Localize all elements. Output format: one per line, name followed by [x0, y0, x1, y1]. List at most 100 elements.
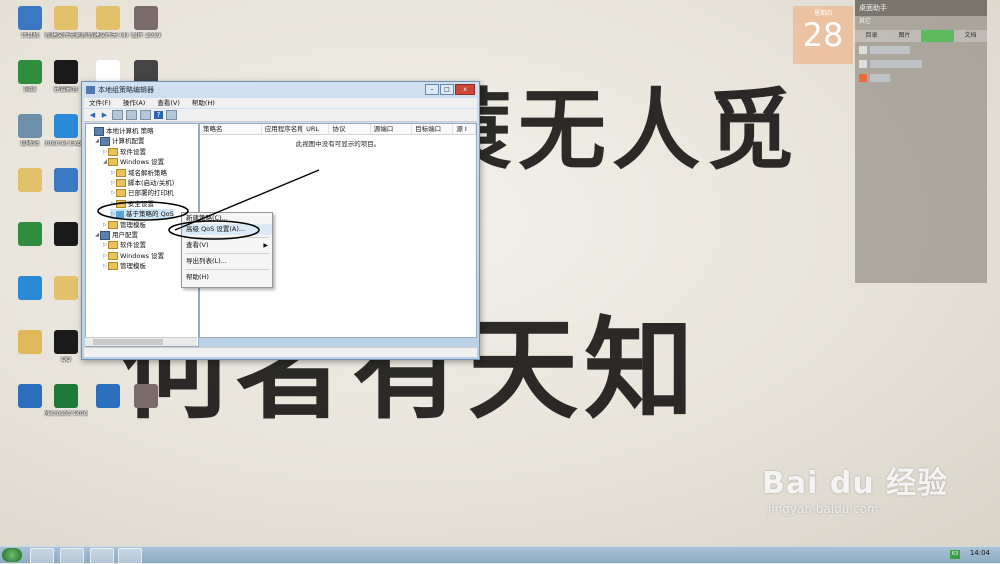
start-button[interactable] [2, 548, 22, 562]
menu-action[interactable]: 操作(A) [118, 98, 151, 108]
tree-node[interactable]: ◢ Windows 设置 [102, 157, 164, 167]
calendar-day: 28 [802, 16, 844, 54]
column-headers: 策略名 应用程序名称 URL 协议 源端口 目标端口 源 I [200, 124, 476, 135]
tree-node[interactable]: ▷ 软件设置 [102, 147, 146, 157]
tree-node[interactable]: ◢ 计算机配置 [94, 136, 145, 146]
calendar-widget[interactable]: 星期四 28 [793, 6, 853, 64]
desktop-icon[interactable]: Microsoft Office [44, 382, 88, 428]
column-dest-port[interactable]: 目标端口 [412, 124, 454, 134]
window-titlebar[interactable]: 本地组策略编辑器 [82, 82, 479, 97]
column-url[interactable]: URL [303, 124, 330, 134]
tray-badge[interactable]: 63 [950, 550, 960, 559]
window-title: 本地组策略编辑器 [98, 85, 154, 94]
tree-node[interactable]: ▷ 安全设置 [110, 199, 154, 209]
desktop-icon-image [54, 60, 78, 84]
file-icon [859, 46, 867, 54]
menu-help[interactable]: 帮助(H) [187, 98, 220, 108]
group-policy-editor-window[interactable]: 本地组策略编辑器 – □ x 文件(F) 操作(A) 查看(V) 帮助(H) ◀… [81, 81, 480, 360]
column-source-port[interactable]: 源端口 [371, 124, 413, 134]
tree-node[interactable]: ▷ 管理模板 [102, 261, 146, 271]
computer-icon [100, 230, 110, 240]
menu-separator [185, 237, 269, 238]
menu-item-help[interactable]: 帮助(H) [182, 272, 272, 283]
column-policy-name[interactable]: 策略名 [200, 124, 262, 134]
menu-bar: 文件(F) 操作(A) 查看(V) 帮助(H) [84, 98, 477, 108]
folder-icon [108, 220, 118, 229]
folder-icon [108, 147, 118, 156]
column-app-name[interactable]: 应用程序名称 [262, 124, 304, 134]
helper-item-name [870, 60, 922, 68]
tree-node-label: Windows 设置 [120, 158, 165, 167]
desktop-icon-image [54, 330, 78, 354]
desktop-icon-image [54, 6, 78, 30]
helper-item-name [870, 74, 890, 82]
empty-message: 此视图中没有可显示的项目。 [295, 140, 381, 148]
menu-item-label: 查看(V) [186, 241, 209, 249]
helper-tabs: 目录 图片 文档 [855, 30, 987, 42]
window-icon[interactable] [126, 110, 137, 120]
desktop-icon-image [18, 168, 42, 192]
close-button[interactable]: x [455, 84, 475, 95]
tree-node[interactable]: ▷ 脚本(启动/关机) [110, 178, 174, 188]
taskbar-clock[interactable]: 14:04 [970, 549, 990, 557]
tree-node-label: 安全设置 [128, 199, 154, 208]
helper-tab-active[interactable] [921, 30, 954, 42]
helper-item[interactable] [859, 44, 983, 56]
menu-item-view[interactable]: 查看(V) ▶ [182, 240, 272, 251]
tree-node[interactable]: ▷ 软件设置 [102, 240, 146, 250]
menu-item-export-list[interactable]: 导出列表(L)... [182, 256, 272, 267]
menu-separator [185, 269, 269, 270]
desktop-icon-image [134, 6, 158, 30]
tree-node[interactable]: ▷ 域名解析策略 [110, 168, 167, 178]
tree-node[interactable]: ▷ 基于策略的 QoS [110, 209, 174, 220]
baidu-watermark: Bai du 经验 jingyan.baidu.com [762, 458, 948, 516]
helper-item[interactable] [859, 72, 983, 84]
menu-item-label: 新建策略(C)... [186, 214, 228, 222]
column-source-ip[interactable]: 源 I [453, 124, 476, 134]
tree-node[interactable]: 本地计算机 策略 [88, 126, 154, 136]
taskbar: 63 14:04 [0, 546, 1000, 564]
tree-node[interactable]: ▷ 已部署的打印机 [110, 188, 174, 198]
computer-icon [94, 126, 104, 136]
help-icon[interactable]: ? [154, 111, 163, 119]
tree-node-label: 已部署的打印机 [128, 189, 174, 198]
folder-icon [108, 251, 118, 260]
desktop-icon[interactable]: 图片 2019 [124, 4, 168, 50]
forward-arrow-icon[interactable]: ▶ [100, 111, 109, 119]
menu-item-advanced-qos[interactable]: 高级 QoS 设置(A)... [182, 224, 272, 235]
tree-node-label: 软件设置 [120, 241, 146, 250]
submenu-arrow-icon: ▶ [263, 242, 268, 249]
tree-horizontal-scrollbar[interactable] [85, 337, 197, 346]
desktop-icon-image [54, 276, 78, 300]
menu-file[interactable]: 文件(F) [84, 98, 116, 108]
desktop-icon-image [18, 276, 42, 300]
desktop-icon-image [18, 60, 42, 84]
column-protocol[interactable]: 协议 [329, 124, 371, 134]
desktop-icon[interactable] [124, 382, 168, 428]
folder-icon[interactable] [112, 110, 123, 120]
minimize-button[interactable]: – [425, 84, 439, 95]
export-icon[interactable] [140, 110, 151, 120]
helper-item[interactable] [859, 58, 983, 70]
folder-icon [116, 179, 126, 187]
tree-node[interactable]: ▷ Windows 设置 [102, 251, 164, 261]
menu-item-new-policy[interactable]: 新建策略(C)... [182, 213, 272, 224]
helper-tab-documents[interactable]: 文档 [954, 30, 987, 42]
maximize-button[interactable]: □ [440, 84, 454, 95]
chart-icon [116, 210, 124, 218]
tree-node-label: Windows 设置 [120, 251, 165, 260]
tree-node[interactable]: ◢ 用户配置 [94, 230, 138, 240]
scrollbar-thumb[interactable] [93, 339, 163, 345]
menu-view[interactable]: 查看(V) [152, 98, 185, 108]
tree-node[interactable]: ▷ 管理模板 [102, 220, 146, 230]
menu-item-label: 导出列表(L)... [186, 257, 227, 265]
desktop-helper-panel[interactable]: 桌面助手 其它 目录 图片 文档 [855, 0, 987, 283]
desktop-icon-image [18, 6, 42, 30]
desktop: 一蓑无人觅 何者有天知 计算机 新建文件夹更新 新建文件夹 (4) 图片 2019 网络… [0, 0, 1000, 546]
properties-icon[interactable] [166, 110, 177, 120]
desktop-icon[interactable]: 新建文件夹更新 [44, 4, 88, 50]
helper-tab-catalog[interactable]: 目录 [855, 30, 888, 42]
helper-tab-pictures[interactable]: 图片 [888, 30, 921, 42]
desktop-icon-label: 新建文件夹更新 [44, 32, 87, 39]
back-arrow-icon[interactable]: ◀ [88, 111, 97, 119]
